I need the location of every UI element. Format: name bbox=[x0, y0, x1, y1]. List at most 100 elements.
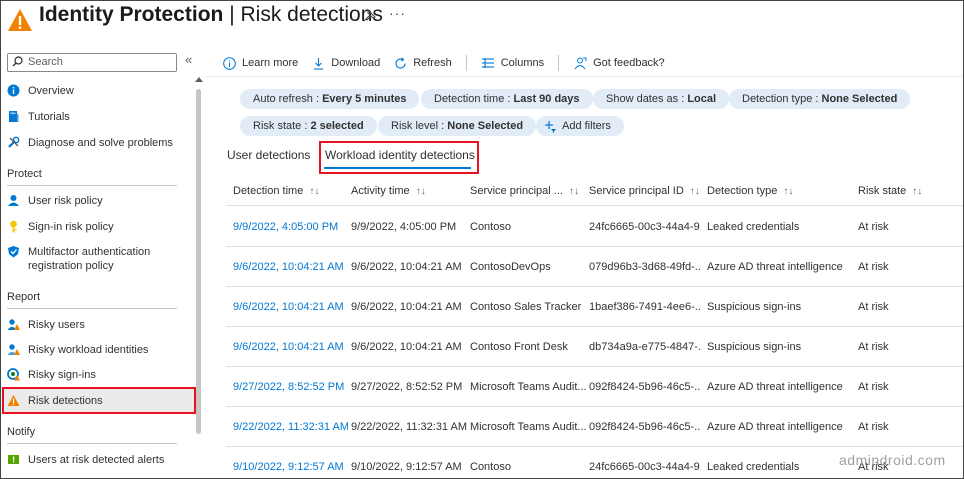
tab-user-detections[interactable]: User detections bbox=[227, 148, 310, 162]
detection-time-link[interactable]: 9/10/2022, 9:12:57 AM bbox=[233, 461, 348, 473]
risky-user-icon bbox=[7, 319, 20, 330]
detection-time-link[interactable]: 9/6/2022, 10:04:21 AM bbox=[233, 301, 348, 313]
feedback-button[interactable]: Got feedback? bbox=[573, 57, 665, 70]
warning-icon bbox=[7, 395, 20, 406]
table-cell: Leaked credentials bbox=[707, 221, 800, 233]
sidebar-item-sign-in-risk-policy[interactable]: Sign-in risk policy bbox=[7, 220, 114, 234]
sidebar-scrollbar[interactable] bbox=[196, 89, 201, 434]
search-icon bbox=[12, 56, 23, 67]
alert-icon bbox=[8, 455, 19, 464]
table-cell: Contoso Front Desk bbox=[470, 341, 568, 353]
risky-workload-icon bbox=[7, 344, 20, 355]
table-cell: Contoso bbox=[470, 221, 511, 233]
sidebar-item-risk-detections[interactable]: Risk detections bbox=[7, 394, 103, 408]
columns-icon bbox=[481, 58, 494, 68]
table-row-divider bbox=[226, 326, 963, 327]
table-row-divider bbox=[226, 446, 963, 447]
detection-time-link[interactable]: 9/9/2022, 4:05:00 PM bbox=[233, 221, 348, 233]
column-header-risk-state[interactable]: Risk state ↑↓ bbox=[858, 185, 922, 197]
sidebar-item-tutorials[interactable]: Tutorials bbox=[7, 110, 70, 124]
toolbar-divider bbox=[465, 55, 467, 71]
search-input[interactable]: Search bbox=[7, 53, 177, 72]
filter-show-dates[interactable]: Show dates as : Local bbox=[593, 89, 730, 109]
columns-button[interactable]: Columns bbox=[481, 57, 544, 69]
collapse-sidebar-button[interactable]: « bbox=[185, 52, 192, 67]
column-header-service-principal-id[interactable]: Service principal ID ↑↓ bbox=[589, 185, 700, 197]
scroll-up-icon[interactable] bbox=[195, 76, 203, 82]
sort-icon[interactable]: ↑↓ bbox=[690, 186, 700, 197]
table-cell: Suspicious sign-ins bbox=[707, 341, 802, 353]
add-filters-button[interactable]: Add filters bbox=[536, 116, 624, 136]
column-header-detection-time[interactable]: Detection time ↑↓ bbox=[233, 185, 319, 197]
detection-time-link[interactable]: 9/22/2022, 11:32:31 AM bbox=[233, 421, 348, 433]
table-cell: 9/27/2022, 8:52:52 PM bbox=[351, 381, 463, 393]
info-icon bbox=[7, 84, 20, 97]
add-filter-icon bbox=[545, 121, 556, 133]
sidebar-item-overview[interactable]: Overview bbox=[7, 84, 74, 98]
sidebar-item-diagnose[interactable]: Diagnose and solve problems bbox=[7, 136, 173, 150]
key-icon bbox=[10, 220, 17, 233]
tab-workload-identity-detections[interactable]: Workload identity detections bbox=[325, 148, 475, 162]
active-tab-indicator bbox=[324, 167, 471, 169]
table-cell: 9/6/2022, 10:04:21 AM bbox=[351, 341, 462, 353]
table-cell: 9/6/2022, 10:04:21 AM bbox=[351, 301, 462, 313]
table-cell: db734a9a-e775-4847-... bbox=[589, 341, 701, 353]
table-cell: 079d96b3-3d68-49fd-... bbox=[589, 261, 701, 273]
filter-detection-time[interactable]: Detection time : Last 90 days bbox=[421, 89, 593, 109]
refresh-button[interactable]: Refresh bbox=[394, 56, 452, 70]
sidebar-item-user-risk-policy[interactable]: User risk policy bbox=[7, 194, 103, 208]
info-outline-icon bbox=[223, 56, 236, 70]
table-cell: 092f8424-5b96-46c5-... bbox=[589, 421, 701, 433]
sidebar-item-risky-sign-ins[interactable]: Risky sign-ins bbox=[7, 368, 96, 382]
table-cell: 9/6/2022, 10:04:21 AM bbox=[351, 261, 462, 273]
sort-icon[interactable]: ↑↓ bbox=[569, 186, 579, 197]
table-row-divider bbox=[226, 366, 963, 367]
sort-icon[interactable]: ↑↓ bbox=[309, 186, 319, 197]
table-cell: Microsoft Teams Audit... bbox=[470, 381, 586, 393]
filter-auto-refresh[interactable]: Auto refresh : Every 5 minutes bbox=[240, 89, 420, 109]
table-cell: 1baef386-7491-4ee6-... bbox=[589, 301, 701, 313]
download-button[interactable]: Download bbox=[312, 57, 380, 70]
column-header-activity-time[interactable]: Activity time ↑↓ bbox=[351, 185, 426, 197]
filter-risk-level[interactable]: Risk level : None Selected bbox=[378, 116, 537, 136]
table-header-divider bbox=[226, 205, 963, 206]
section-notify: Notify bbox=[7, 426, 36, 438]
book-icon bbox=[9, 111, 19, 122]
sort-icon[interactable]: ↑↓ bbox=[416, 186, 426, 197]
divider bbox=[7, 308, 177, 309]
column-header-service-principal-name[interactable]: Service principal ... ↑↓ bbox=[470, 185, 579, 197]
sidebar-item-risky-workload-identities[interactable]: Risky workload identities bbox=[7, 343, 148, 357]
detection-time-link[interactable]: 9/6/2022, 10:04:21 AM bbox=[233, 261, 348, 273]
watermark: admindroid.com bbox=[839, 452, 946, 468]
sort-icon[interactable]: ↑↓ bbox=[783, 186, 793, 197]
divider bbox=[7, 185, 177, 186]
table-cell: Azure AD threat intelligence bbox=[707, 421, 843, 433]
sort-icon[interactable]: ↑↓ bbox=[912, 186, 922, 197]
learn-more-button[interactable]: Learn more bbox=[223, 56, 298, 70]
column-header-detection-type[interactable]: Detection type ↑↓ bbox=[707, 185, 793, 197]
filter-detection-type[interactable]: Detection type : None Selected bbox=[729, 89, 911, 109]
sidebar-item-users-at-risk-alerts[interactable]: Users at risk detected alerts bbox=[7, 453, 164, 467]
table-cell: At risk bbox=[858, 221, 889, 233]
table-cell: Microsoft Teams Audit... bbox=[470, 421, 586, 433]
table-row-divider bbox=[226, 406, 963, 407]
table-cell: At risk bbox=[858, 301, 889, 313]
table-cell: 9/10/2022, 9:12:57 AM bbox=[351, 461, 462, 473]
sidebar-item-mfa-registration-policy[interactable]: Multifactor authentication registration p… bbox=[7, 245, 150, 273]
detection-time-link[interactable]: 9/6/2022, 10:04:21 AM bbox=[233, 341, 348, 353]
divider bbox=[206, 76, 963, 77]
table-cell: At risk bbox=[858, 381, 889, 393]
pin-icon[interactable] bbox=[363, 9, 376, 22]
toolbar-divider bbox=[558, 55, 560, 71]
more-options-button[interactable]: ··· bbox=[389, 5, 406, 21]
detection-time-link[interactable]: 9/27/2022, 8:52:52 PM bbox=[233, 381, 348, 393]
table-cell: At risk bbox=[858, 421, 889, 433]
table-cell: 092f8424-5b96-46c5-... bbox=[589, 381, 701, 393]
filter-risk-state[interactable]: Risk state : 2 selected bbox=[240, 116, 377, 136]
sidebar-item-risky-users[interactable]: Risky users bbox=[7, 318, 85, 332]
section-protect: Protect bbox=[7, 168, 42, 180]
refresh-icon bbox=[395, 56, 406, 69]
table-cell: Azure AD threat intelligence bbox=[707, 261, 843, 273]
table-row-divider bbox=[226, 246, 963, 247]
shield-icon bbox=[8, 246, 19, 258]
